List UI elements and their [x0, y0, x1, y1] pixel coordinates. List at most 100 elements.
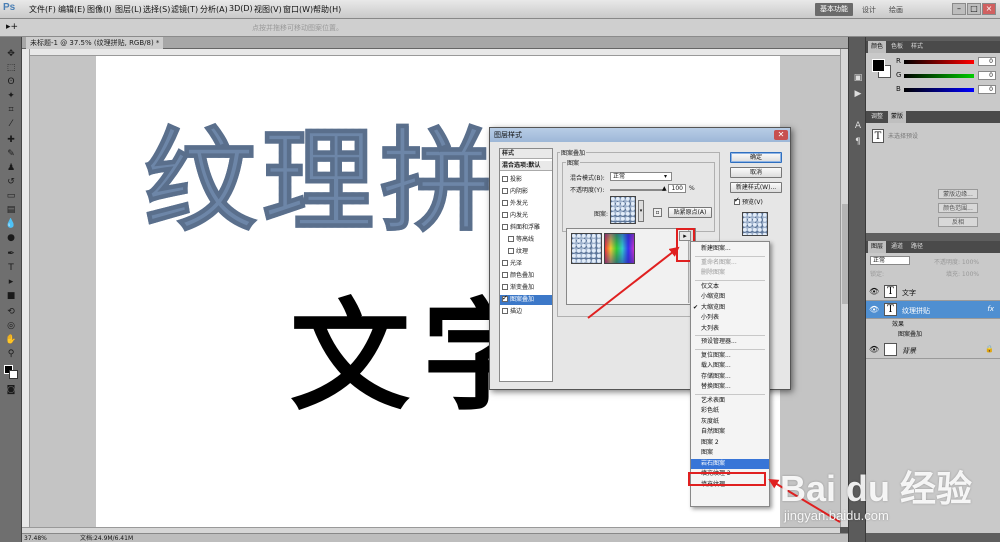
paragraph-panel-icon[interactable]: ¶ [852, 137, 864, 147]
healing-tool-icon[interactable]: ✚ [5, 135, 17, 145]
menu-window[interactable]: 窗口(W) [283, 4, 313, 15]
color-range-button[interactable]: 颜色范围... [938, 203, 978, 213]
move-tool-icon[interactable]: ▸+ [6, 22, 18, 32]
character-panel-icon[interactable]: A [852, 121, 864, 131]
preview-checkbox[interactable]: 预览(V) [734, 196, 763, 206]
new-style-button[interactable]: 新建样式(W)... [730, 182, 782, 193]
layer-row-text[interactable]: 👁 T 文字 [866, 283, 1000, 301]
style-outer-glow[interactable]: 外发光 [500, 199, 552, 209]
tab-color[interactable]: 颜色 [868, 41, 887, 53]
chevron-down-icon[interactable]: ▾ [664, 173, 667, 180]
history-panel-icon[interactable]: ▣ [852, 73, 864, 83]
visibility-eye-icon[interactable]: 👁 [869, 305, 879, 314]
tab-layers[interactable]: 图层 [868, 241, 887, 253]
history-brush-tool-icon[interactable]: ↺ [5, 177, 17, 187]
tab-channels[interactable]: 通道 [888, 241, 906, 253]
background-color-swatch[interactable] [9, 370, 18, 379]
context-menu-item[interactable]: 小缩览图 [691, 292, 769, 302]
3d-rotate-tool-icon[interactable]: ⟲ [5, 307, 17, 317]
actions-panel-icon[interactable]: ▶ [852, 89, 864, 99]
minimize-button[interactable]: – [952, 3, 966, 15]
blue-slider[interactable] [904, 88, 974, 92]
path-selection-tool-icon[interactable]: ▸ [5, 277, 17, 287]
pen-tool-icon[interactable]: ✒ [5, 249, 17, 259]
style-gradient-overlay[interactable]: 渐变叠加 [500, 283, 552, 293]
menu-analysis[interactable]: 分析(A) [200, 4, 228, 15]
lasso-tool-icon[interactable]: ʘ [5, 77, 17, 87]
context-menu-item[interactable]: 大列表 [691, 324, 769, 334]
snap-to-origin-button[interactable]: 贴紧原点(A) [668, 207, 712, 218]
ok-button[interactable]: 确定 [730, 152, 782, 163]
blend-mode-select[interactable]: 正常 [870, 256, 910, 265]
zoom-level[interactable]: 37.48% [24, 534, 47, 542]
gradient-tool-icon[interactable]: ▤ [5, 205, 17, 215]
context-menu-item[interactable]: 小列表 [691, 313, 769, 323]
zoom-tool-icon[interactable]: ⚲ [5, 349, 17, 359]
workspace-essentials-button[interactable]: 基本功能 [815, 3, 853, 16]
tab-adjustments[interactable]: 调整 [868, 111, 886, 123]
menu-help[interactable]: 帮助(H) [313, 4, 341, 15]
style-bevel-emboss[interactable]: 斜面和浮雕 [500, 223, 552, 233]
layer-row-background[interactable]: 👁 背景 🔒 [866, 341, 1000, 359]
style-texture[interactable]: 纹理 [500, 247, 552, 257]
magic-wand-tool-icon[interactable]: ✦ [5, 91, 17, 101]
stamp-tool-icon[interactable]: ♟ [5, 163, 17, 173]
dodge-tool-icon[interactable]: ● [5, 233, 17, 243]
blur-tool-icon[interactable]: 💧 [5, 219, 17, 229]
context-menu-item[interactable]: 载入图案... [691, 361, 769, 371]
crop-tool-icon[interactable]: ⌗ [5, 105, 17, 115]
tab-masks[interactable]: 蒙版 [888, 111, 907, 123]
menu-layer[interactable]: 图层(L) [115, 4, 142, 15]
visibility-eye-icon[interactable]: 👁 [869, 345, 879, 354]
context-menu-item[interactable]: 存储图案... [691, 372, 769, 382]
brush-tool-icon[interactable]: ✎ [5, 149, 17, 159]
mask-edge-button[interactable]: 蒙版边缘... [938, 189, 978, 199]
3d-orbit-tool-icon[interactable]: ◎ [5, 321, 17, 331]
style-inner-glow[interactable]: 内发光 [500, 211, 552, 221]
menu-image[interactable]: 图像(I) [87, 4, 112, 15]
style-drop-shadow[interactable]: 投影 [500, 175, 552, 185]
marquee-tool-icon[interactable]: ⬚ [5, 63, 17, 73]
move-tool-icon[interactable]: ✥ [5, 49, 17, 59]
tab-swatches[interactable]: 色板 [888, 41, 906, 53]
tab-styles[interactable]: 样式 [908, 41, 926, 53]
pattern-swatch-bubbles[interactable] [571, 233, 602, 264]
menu-file[interactable]: 文件(F) [29, 4, 56, 15]
layer-row-texture[interactable]: 👁 T 纹理拼贴 fx [866, 301, 1000, 319]
layer-effects-row[interactable]: 效果 [866, 320, 1000, 330]
shape-tool-icon[interactable]: ■ [5, 291, 17, 301]
menu-edit[interactable]: 编辑(E) [58, 4, 85, 15]
pattern-swatch-rainbow[interactable] [604, 233, 635, 264]
dialog-close-icon[interactable]: ✕ [774, 130, 788, 140]
visibility-eye-icon[interactable]: 👁 [869, 287, 879, 296]
style-color-overlay[interactable]: 颜色叠加 [500, 271, 552, 281]
style-stroke[interactable]: 描边 [500, 307, 552, 317]
opacity-field[interactable]: 不透明度: 100% [934, 257, 979, 266]
type-tool-icon[interactable]: T [5, 263, 17, 273]
hand-tool-icon[interactable]: ✋ [5, 335, 17, 345]
opacity-slider-handle[interactable]: ▲ [662, 185, 667, 192]
style-pattern-overlay[interactable]: 图案叠加 [500, 293, 552, 305]
blue-value-field[interactable]: 0 [978, 85, 996, 94]
document-tab[interactable]: 未标题-1 @ 37.5% (纹理拼贴, RGB/8) * [26, 37, 164, 49]
menu-view[interactable]: 视图(V) [254, 4, 282, 15]
eraser-tool-icon[interactable]: ▭ [5, 191, 17, 201]
invert-button[interactable]: 反相 [938, 217, 978, 227]
maximize-button[interactable]: □ [967, 3, 981, 15]
context-menu-item[interactable]: 大缩览图 [691, 303, 769, 313]
style-contour[interactable]: 等高线 [500, 235, 552, 245]
quick-mask-icon[interactable]: ◙ [5, 385, 17, 395]
context-menu-item[interactable]: 岩石图案 [691, 458, 769, 469]
context-menu-item[interactable]: 自然图案 [691, 427, 769, 437]
style-list-header[interactable]: 样式 [500, 149, 552, 159]
context-menu-item[interactable]: 图案 2 [691, 438, 769, 448]
eyedropper-tool-icon[interactable]: ⁄ [5, 119, 17, 129]
layer-effect-pattern-row[interactable]: 图案叠加 [866, 330, 1000, 340]
style-satin[interactable]: 光泽 [500, 259, 552, 269]
context-menu-item[interactable]: 艺术表面 [691, 396, 769, 406]
green-slider[interactable] [904, 74, 974, 78]
style-inner-shadow[interactable]: 内阴影 [500, 187, 552, 197]
context-menu-item[interactable]: 复位图案... [691, 351, 769, 361]
pattern-dropdown-arrow[interactable]: ▾ [638, 200, 644, 222]
red-value-field[interactable]: 0 [978, 57, 996, 66]
